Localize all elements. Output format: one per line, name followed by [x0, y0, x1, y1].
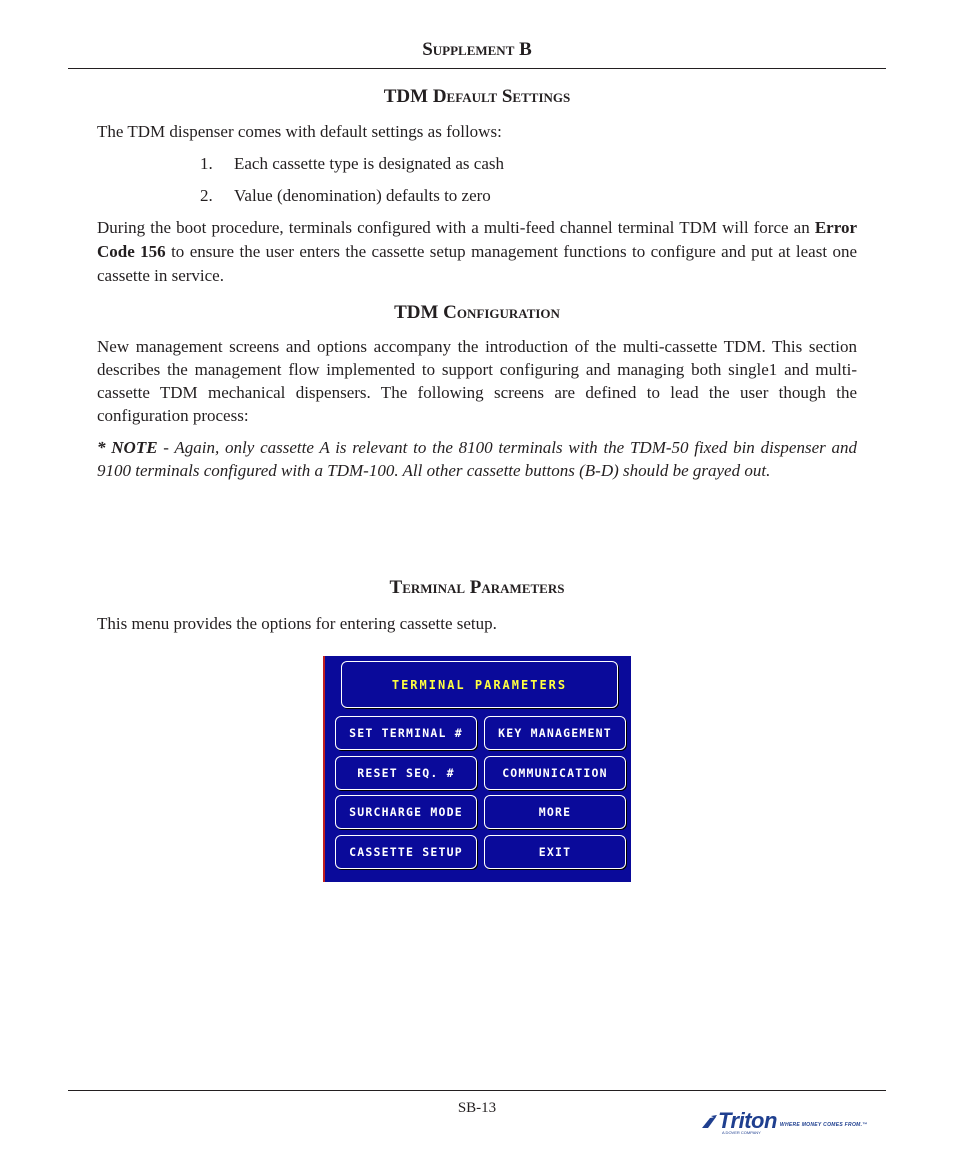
- note-label: * NOTE: [97, 438, 158, 457]
- configuration-paragraph: New management screens and options accom…: [97, 337, 857, 425]
- terminal-parameters-screen: TERMINAL PARAMETERS SET TERMINAL # KEY M…: [323, 656, 631, 882]
- key-management-button[interactable]: KEY MANAGEMENT: [484, 716, 626, 750]
- header-rule: [68, 68, 886, 69]
- supplement-title: Supplement B: [422, 39, 532, 60]
- list-number: 1.: [200, 154, 213, 173]
- triton-swoosh-icon: [702, 1115, 717, 1128]
- exit-button[interactable]: EXIT: [484, 835, 626, 869]
- boot-procedure-paragraph: During the boot procedure, terminals con…: [97, 216, 857, 288]
- section-title-default-settings: TDM Default Settings: [383, 86, 571, 107]
- footer-rule: [68, 1090, 886, 1091]
- list-text: Each cassette type is designated as cash: [234, 154, 505, 173]
- logo-subtitle: A DOVER COMPANY: [722, 1130, 761, 1135]
- configuration-note: * NOTE - Again, only cassette A is relev…: [97, 436, 857, 482]
- set-terminal-button[interactable]: SET TERMINAL #: [335, 716, 477, 750]
- triton-logo: Triton WHERE MONEY COMES FROM.™: [700, 1108, 868, 1132]
- boot-text-after: to ensure the user enters the cassette s…: [97, 242, 858, 285]
- list-number: 2.: [200, 186, 213, 205]
- communication-button[interactable]: COMMUNICATION: [484, 756, 626, 790]
- list-item: 1. Each cassette type is designated as ca…: [200, 152, 504, 175]
- section-title-terminal-parameters: Terminal Parameters: [389, 577, 565, 598]
- logo-tagline: WHERE MONEY COMES FROM.™: [779, 1122, 868, 1128]
- logo-wordmark: Triton: [718, 1108, 777, 1133]
- cassette-setup-button[interactable]: CASSETTE SETUP: [335, 835, 477, 869]
- surcharge-mode-button[interactable]: SURCHARGE MODE: [335, 795, 477, 829]
- list-text: Value (denomination) defaults to zero: [234, 186, 491, 205]
- default-settings-intro: The TDM dispenser comes with default set…: [97, 122, 502, 141]
- terminal-parameters-paragraph: This menu provides the options for enter…: [97, 614, 497, 633]
- more-button[interactable]: MORE: [484, 795, 626, 829]
- boot-text-before: During the boot procedure, terminals con…: [97, 218, 815, 237]
- reset-seq-button[interactable]: RESET SEQ. #: [335, 756, 477, 790]
- section-title-configuration: TDM Configuration: [394, 302, 560, 323]
- note-text: - Again, only cassette A is relevant to …: [97, 438, 857, 480]
- screen-title: TERMINAL PARAMETERS: [341, 661, 618, 708]
- list-item: 2. Value (denomination) defaults to zero: [200, 184, 491, 207]
